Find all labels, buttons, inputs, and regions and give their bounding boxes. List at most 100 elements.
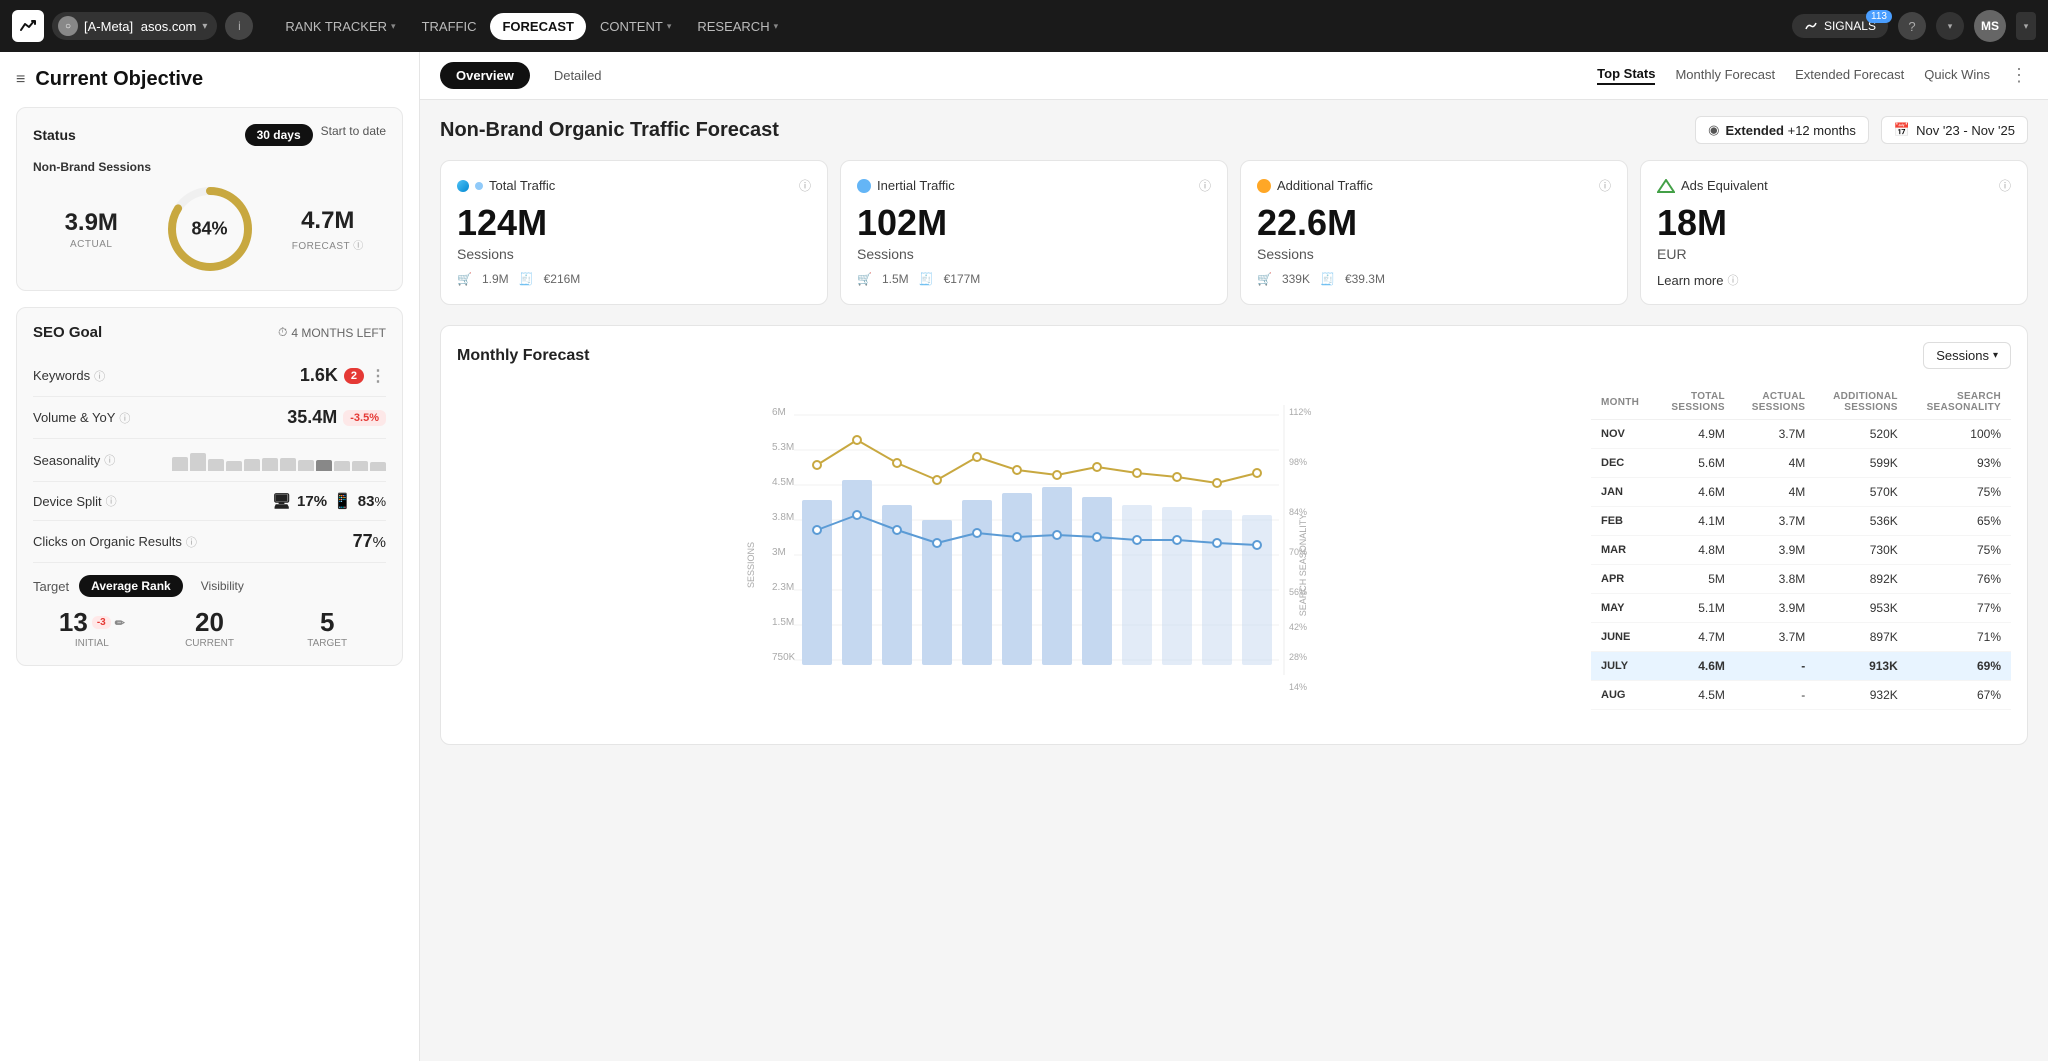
forecast-section: Non-Brand Organic Traffic Forecast ◉ Ext… — [420, 100, 2048, 761]
svg-text:98%: 98% — [1289, 457, 1307, 467]
sidebar-menu-icon[interactable]: ≡ — [16, 71, 25, 89]
monthly-title: Monthly Forecast — [457, 347, 589, 365]
nav-content[interactable]: CONTENT ▾ — [588, 13, 683, 40]
ads-equivalent-info[interactable]: ⓘ — [1999, 177, 2011, 194]
status-metrics: 3.9M ACTUAL 84% 4.7M FORECAST — [33, 184, 386, 274]
progress-circle: 84% — [150, 184, 270, 274]
cell-total: 5M — [1655, 565, 1735, 594]
cell-seasonality: 75% — [1908, 478, 2011, 507]
dropdown-chevron: ▾ — [1993, 350, 1998, 361]
season-bar — [352, 461, 368, 471]
actual-label: ACTUAL — [33, 239, 150, 250]
help-chevron-button[interactable]: ▾ — [1936, 12, 1964, 40]
total-traffic-unit: Sessions — [457, 246, 811, 262]
nav-research[interactable]: RESEARCH ▾ — [685, 13, 790, 40]
svg-text:28%: 28% — [1289, 652, 1307, 662]
initial-label: INITIAL — [33, 638, 151, 649]
monthly-table-area: MONTH TOTALSESSIONS ACTUALSESSIONS ADDIT… — [1591, 385, 2011, 728]
cell-total: 5.1M — [1655, 594, 1735, 623]
date-range[interactable]: 📅 Nov '23 - Nov '25 — [1881, 116, 2028, 144]
additional-traffic-info[interactable]: ⓘ — [1599, 177, 1611, 194]
receipt-icon: 🧾 — [519, 272, 534, 286]
tab-detailed[interactable]: Detailed — [546, 62, 610, 89]
svg-text:750K: 750K — [772, 652, 796, 663]
cell-additional: 730K — [1815, 536, 1908, 565]
table-row: DEC 5.6M 4M 599K 93% — [1591, 449, 2011, 478]
additional-traffic-value: 22.6M — [1257, 202, 1611, 244]
status-card: Status 30 days Start to date Non-Brand S… — [16, 107, 403, 291]
cell-actual: - — [1735, 681, 1815, 710]
extended-toggle[interactable]: ◉ Extended +12 months — [1695, 116, 1869, 144]
inertial-traffic-info[interactable]: ⓘ — [1199, 177, 1211, 194]
receipt-icon: 🧾 — [919, 272, 934, 286]
nav-rank-tracker[interactable]: RANK TRACKER ▾ — [273, 13, 407, 40]
chart-area: 6M 5.3M 4.5M 3.8M 3M 2.3M 1.5M 750K 112% — [457, 385, 1591, 728]
stat-card-total-traffic: Total Traffic ⓘ 124M Sessions 🛒 1.9M 🧾 €… — [440, 160, 828, 305]
status-days-pill[interactable]: 30 days — [245, 124, 313, 146]
help-button[interactable]: ? — [1898, 12, 1926, 40]
sessions-dropdown[interactable]: Sessions ▾ — [1923, 342, 2011, 369]
domain-selector[interactable]: ○ [A-Meta] asos.com ▾ — [52, 12, 217, 40]
cell-total: 4.1M — [1655, 507, 1735, 536]
app-logo — [12, 10, 44, 42]
svg-text:1.5M: 1.5M — [772, 617, 794, 628]
receipt-icon: 🧾 — [1320, 272, 1335, 286]
calendar-icon: 📅 — [1894, 122, 1910, 138]
ads-equivalent-value: 18M — [1657, 202, 2011, 244]
col-actual: ACTUALSESSIONS — [1735, 385, 1815, 420]
learn-more-link[interactable]: Learn more ⓘ — [1657, 272, 1738, 288]
goal-row-seasonality: Seasonality ⓘ — [33, 439, 386, 482]
svg-text:42%: 42% — [1289, 622, 1307, 632]
inertial-traffic-value: 102M — [857, 202, 1211, 244]
season-bar — [172, 457, 188, 471]
goal-row-volume: Volume & YoY ⓘ 35.4M -3.5% — [33, 397, 386, 439]
seo-goal-title: SEO Goal — [33, 324, 102, 341]
device-label: Device Split ⓘ — [33, 493, 117, 509]
cell-month: NOV — [1591, 420, 1655, 449]
cell-actual: - — [1735, 652, 1815, 681]
domain-dot: ○ — [58, 16, 78, 36]
more-options-button[interactable]: ⋮ — [2010, 65, 2028, 86]
tab-extended-forecast[interactable]: Extended Forecast — [1795, 67, 1904, 84]
signals-button[interactable]: SIGNALS 113 — [1792, 14, 1888, 38]
nav-forecast[interactable]: FORECAST — [490, 13, 586, 40]
col-additional: ADDITIONALSESSIONS — [1815, 385, 1908, 420]
initial-metric: 13 -3 ✏ INITIAL — [33, 607, 151, 649]
volume-badge: -3.5% — [343, 410, 386, 426]
tab-overview[interactable]: Overview — [440, 62, 530, 89]
info-button[interactable]: i — [225, 12, 253, 40]
season-bar — [334, 461, 350, 471]
tab-monthly-forecast[interactable]: Monthly Forecast — [1675, 67, 1775, 84]
target-visibility-pill[interactable]: Visibility — [193, 575, 252, 597]
actual-value: 3.9M — [33, 209, 150, 237]
stat-card-additional-traffic: Additional Traffic ⓘ 22.6M Sessions 🛒 33… — [1240, 160, 1628, 305]
initial-badge: -3 — [92, 616, 111, 629]
cell-additional: 520K — [1815, 420, 1908, 449]
cell-seasonality: 67% — [1908, 681, 2011, 710]
season-bar — [244, 459, 260, 471]
cell-total: 4.6M — [1655, 652, 1735, 681]
cart-icon: 🛒 — [1257, 272, 1272, 286]
table-row: JUNE 4.7M 3.7M 897K 71% — [1591, 623, 2011, 652]
tab-top-stats[interactable]: Top Stats — [1597, 66, 1655, 85]
target-avg-rank-pill[interactable]: Average Rank — [79, 575, 183, 597]
cell-additional: 953K — [1815, 594, 1908, 623]
edit-icon[interactable]: ✏ — [115, 616, 125, 630]
table-row: MAR 4.8M 3.9M 730K 75% — [1591, 536, 2011, 565]
table-row: APR 5M 3.8M 892K 76% — [1591, 565, 2011, 594]
cell-seasonality: 77% — [1908, 594, 2011, 623]
user-avatar[interactable]: MS — [1974, 10, 2006, 42]
cell-actual: 3.7M — [1735, 420, 1815, 449]
total-traffic-info[interactable]: ⓘ — [799, 177, 811, 194]
target-value: 5 — [268, 607, 386, 638]
ads-equivalent-label: Ads Equivalent — [1681, 178, 1768, 193]
keywords-menu[interactable]: ⋮ — [370, 366, 386, 386]
status-start-link[interactable]: Start to date — [321, 124, 386, 146]
nav-traffic[interactable]: TRAFFIC — [410, 13, 489, 40]
avatar-chevron[interactable]: ▾ — [2016, 12, 2036, 40]
tab-quick-wins[interactable]: Quick Wins — [1924, 67, 1990, 84]
current-label: CURRENT — [151, 638, 269, 649]
ads-equivalent-header: Ads Equivalent ⓘ — [1657, 177, 2011, 194]
inertial-traffic-header: Inertial Traffic ⓘ — [857, 177, 1211, 194]
eye-icon: ◉ — [1708, 122, 1719, 138]
